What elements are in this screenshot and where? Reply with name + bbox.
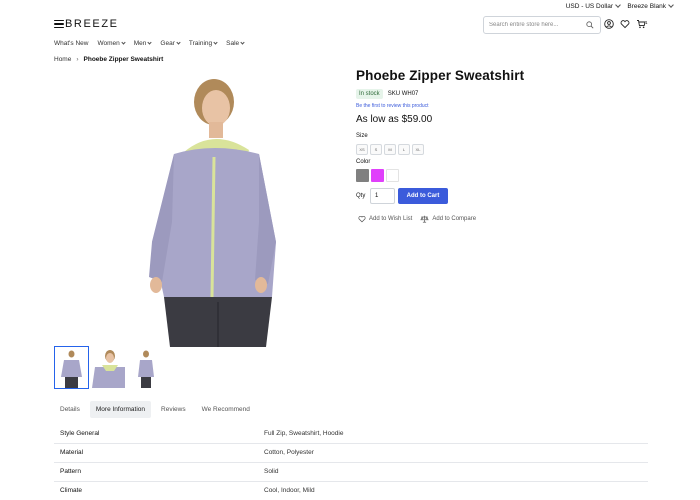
product-info: Phoebe Zipper Sweatshirt In stock SKU WH… bbox=[356, 68, 656, 125]
spec-value: Full Zip, Sweatshirt, Hoodie bbox=[264, 430, 344, 437]
chevron-down-icon bbox=[121, 40, 126, 45]
logo[interactable]: BREEZE bbox=[54, 18, 119, 30]
top-bar: USD - US Dollar Breeze Blank bbox=[0, 0, 700, 13]
color-swatch-white[interactable] bbox=[386, 169, 399, 182]
review-link[interactable]: Be the first to review this product bbox=[356, 103, 656, 109]
qty-label: Qty bbox=[356, 193, 366, 199]
spec-key: Style General bbox=[60, 430, 100, 437]
chevron-down-icon bbox=[240, 40, 245, 45]
nav-item-whats-new[interactable]: What's New bbox=[54, 40, 88, 47]
size-option-xl[interactable]: XL bbox=[412, 144, 424, 155]
currency-switcher[interactable]: USD - US Dollar bbox=[565, 2, 621, 10]
product-price: As low as $59.00 bbox=[356, 114, 433, 125]
spec-row: Pattern Solid bbox=[54, 462, 648, 482]
nav-item-gear[interactable]: Gear bbox=[160, 40, 181, 47]
main-nav: What's New Women Men Gear Training Sale bbox=[54, 40, 253, 47]
cart-count-badge: 1 bbox=[645, 20, 648, 25]
search-input[interactable] bbox=[489, 22, 585, 28]
breadcrumb-separator-icon: › bbox=[76, 56, 79, 63]
compare-scale-icon bbox=[420, 215, 429, 223]
tab-we-recommend[interactable]: We Recommend bbox=[196, 401, 256, 418]
nav-label: Sale bbox=[226, 40, 240, 47]
color-swatch-pink[interactable] bbox=[371, 169, 384, 182]
header: BREEZE 1 bbox=[0, 14, 700, 36]
chevron-down-icon bbox=[176, 40, 181, 45]
store-label: Breeze Blank bbox=[627, 3, 666, 10]
search-icon[interactable] bbox=[586, 21, 594, 29]
logo-text: BREEZE bbox=[65, 18, 119, 30]
size-selector: XS S M L XL bbox=[356, 144, 424, 155]
breadcrumb-home-link[interactable]: Home bbox=[54, 56, 71, 63]
color-selector bbox=[356, 169, 399, 182]
product-actions: Add to Wish List Add to Compare bbox=[358, 215, 476, 223]
add-to-compare-link[interactable]: Add to Compare bbox=[420, 215, 476, 223]
nav-item-men[interactable]: Men bbox=[133, 40, 153, 47]
stock-status-badge: In stock bbox=[356, 89, 383, 99]
nav-item-training[interactable]: Training bbox=[188, 40, 218, 47]
thumbnail-front-image bbox=[61, 350, 82, 388]
thumbnail-closeup-image bbox=[92, 350, 125, 388]
logo-mark-icon bbox=[54, 19, 64, 29]
qty-input[interactable]: 1 bbox=[370, 188, 395, 204]
product-tabs: Details More Information Reviews We Reco… bbox=[54, 401, 256, 418]
size-option-m[interactable]: M bbox=[384, 144, 396, 155]
spec-value: Cool, Indoor, Mild bbox=[264, 487, 315, 494]
nav-label: Men bbox=[133, 40, 147, 47]
chevron-down-icon bbox=[668, 2, 674, 8]
tab-reviews[interactable]: Reviews bbox=[155, 401, 192, 418]
thumbnail-1[interactable] bbox=[54, 346, 89, 389]
breadcrumb: Home › Phoebe Zipper Sweatshirt bbox=[54, 56, 163, 63]
spec-row: Material Cotton, Polyester bbox=[54, 443, 648, 463]
color-label: Color bbox=[356, 159, 371, 165]
size-option-s[interactable]: S bbox=[370, 144, 382, 155]
search-box[interactable] bbox=[483, 16, 601, 34]
nav-item-women[interactable]: Women bbox=[97, 40, 126, 47]
size-option-xs[interactable]: XS bbox=[356, 144, 368, 155]
store-switcher[interactable]: Breeze Blank bbox=[627, 2, 674, 10]
currency-label: USD - US Dollar bbox=[565, 3, 613, 10]
tab-more-information[interactable]: More Information bbox=[89, 401, 152, 418]
product-main-image[interactable] bbox=[54, 72, 344, 347]
color-swatch-gray[interactable] bbox=[356, 169, 369, 182]
chevron-down-icon bbox=[615, 2, 621, 8]
thumbnail-side-image bbox=[138, 350, 154, 388]
spec-value: Cotton, Polyester bbox=[264, 449, 314, 456]
size-option-l[interactable]: L bbox=[398, 144, 410, 155]
spec-row: Style General Full Zip, Sweatshirt, Hood… bbox=[54, 424, 648, 444]
add-to-cart-button[interactable]: Add to Cart bbox=[398, 188, 448, 204]
nav-label: Women bbox=[97, 40, 120, 47]
product-sku: SKU WH07 bbox=[387, 91, 419, 97]
thumbnail-strip bbox=[54, 346, 163, 389]
compare-label: Add to Compare bbox=[432, 216, 477, 222]
chevron-down-icon bbox=[147, 40, 153, 45]
size-label: Size bbox=[356, 133, 368, 139]
tab-details[interactable]: Details bbox=[54, 401, 86, 418]
nav-label: Gear bbox=[160, 40, 175, 47]
thumbnail-3[interactable] bbox=[128, 346, 163, 389]
spec-key: Climate bbox=[60, 487, 83, 494]
account-icon[interactable] bbox=[604, 19, 614, 29]
nav-label: Training bbox=[188, 40, 213, 47]
wishlist-label: Add to Wish List bbox=[369, 216, 413, 222]
spec-value: Solid bbox=[264, 468, 279, 475]
nav-item-sale[interactable]: Sale bbox=[226, 40, 245, 47]
heart-icon bbox=[358, 216, 366, 223]
thumbnail-2[interactable] bbox=[91, 346, 126, 389]
chevron-down-icon bbox=[213, 40, 218, 45]
nav-label: What's New bbox=[54, 40, 89, 47]
spec-row: Climate Cool, Indoor, Mild bbox=[54, 481, 648, 500]
spec-key: Pattern bbox=[60, 468, 81, 475]
add-to-wishlist-link[interactable]: Add to Wish List bbox=[358, 215, 412, 223]
breadcrumb-current: Phoebe Zipper Sweatshirt bbox=[83, 56, 164, 63]
wishlist-heart-icon[interactable] bbox=[620, 19, 630, 29]
spec-key: Material bbox=[60, 449, 84, 456]
product-title: Phoebe Zipper Sweatshirt bbox=[356, 68, 525, 83]
